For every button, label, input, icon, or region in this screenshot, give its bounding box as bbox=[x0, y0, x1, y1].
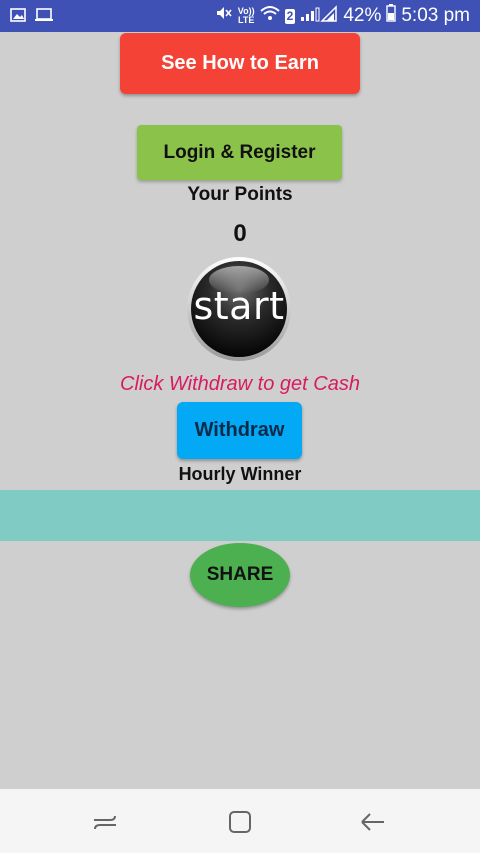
status-left-icons bbox=[10, 7, 54, 28]
clock: 5:03 pm bbox=[401, 5, 470, 26]
sim-slot-badge: 2 bbox=[284, 8, 296, 24]
start-button-label: start bbox=[193, 284, 285, 328]
laptop-icon bbox=[34, 7, 54, 28]
image-icon bbox=[10, 7, 26, 28]
points-value: 0 bbox=[233, 220, 247, 247]
hourly-winner-label: Hourly Winner bbox=[178, 464, 302, 484]
home-icon[interactable] bbox=[225, 807, 255, 837]
battery-icon bbox=[386, 4, 397, 28]
navigation-bar bbox=[0, 789, 480, 853]
login-register-button[interactable]: Login & Register bbox=[137, 125, 342, 180]
withdraw-button[interactable]: Withdraw bbox=[177, 402, 302, 459]
volte-indicator: Vo)) LTE bbox=[238, 7, 255, 25]
your-points-label: Your Points bbox=[187, 184, 293, 205]
lte-label: LTE bbox=[238, 15, 255, 25]
back-icon[interactable] bbox=[358, 807, 388, 837]
hourly-winner-band bbox=[0, 490, 480, 541]
recent-apps-icon[interactable] bbox=[90, 807, 120, 837]
battery-percent: 42% bbox=[343, 5, 382, 26]
withdraw-hint-text: Click Withdraw to get Cash bbox=[120, 373, 360, 395]
see-how-to-earn-button[interactable]: See How to Earn bbox=[120, 33, 360, 94]
status-bar: Vo)) LTE 2 42% 5:03 pm bbox=[0, 0, 480, 32]
wifi-icon bbox=[259, 4, 280, 28]
signal-icon bbox=[300, 4, 338, 28]
share-button[interactable]: SHARE bbox=[190, 543, 290, 607]
start-button[interactable]: start bbox=[186, 256, 292, 362]
status-right-icons: Vo)) LTE 2 42% 5:03 pm bbox=[215, 4, 470, 28]
mute-icon bbox=[215, 4, 233, 28]
